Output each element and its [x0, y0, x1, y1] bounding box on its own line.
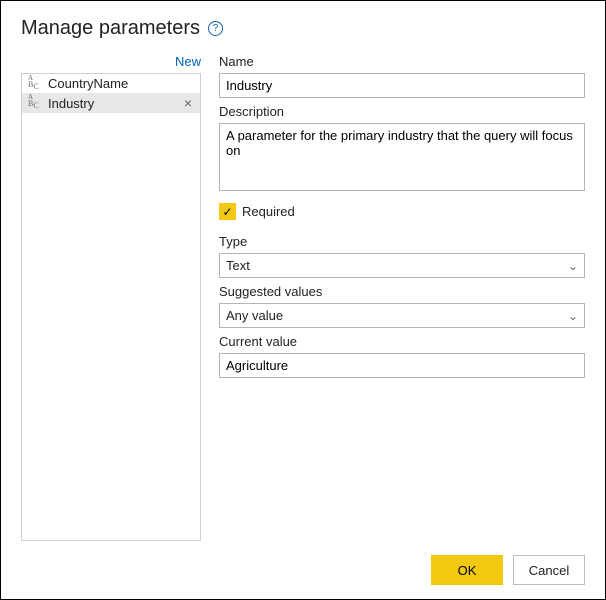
type-label: Type	[219, 234, 585, 249]
left-column: New BC CountryName BC Industry ×	[21, 54, 201, 541]
required-checkbox[interactable]: ✓	[219, 203, 236, 220]
type-select[interactable]: Text ⌄	[219, 253, 585, 278]
required-label: Required	[242, 204, 295, 219]
dialog-title: Manage parameters	[21, 17, 200, 40]
name-input[interactable]	[219, 73, 585, 98]
ok-button[interactable]: OK	[431, 555, 503, 585]
chevron-down-icon: ⌄	[568, 259, 578, 273]
help-icon[interactable]: ?	[208, 21, 223, 36]
chevron-down-icon: ⌄	[568, 309, 578, 323]
current-value-label: Current value	[219, 334, 585, 349]
suggested-values-label: Suggested values	[219, 284, 585, 299]
required-row: ✓ Required	[219, 203, 585, 220]
description-label: Description	[219, 104, 585, 119]
dialog-footer: OK Cancel	[21, 555, 585, 585]
manage-parameters-dialog: Manage parameters ? New BC CountryName B…	[0, 0, 606, 600]
content-area: New BC CountryName BC Industry × Name De…	[21, 54, 585, 541]
cancel-button[interactable]: Cancel	[513, 555, 585, 585]
parameter-item-countryname[interactable]: BC CountryName	[22, 74, 200, 93]
parameter-label: Industry	[48, 96, 180, 111]
text-type-icon: BC	[28, 97, 46, 109]
parameter-list[interactable]: BC CountryName BC Industry ×	[21, 73, 201, 541]
description-input[interactable]: A parameter for the primary industry tha…	[219, 123, 585, 191]
name-label: Name	[219, 54, 585, 69]
suggested-values-select[interactable]: Any value ⌄	[219, 303, 585, 328]
right-column: Name Description A parameter for the pri…	[219, 54, 585, 541]
type-value: Text	[226, 258, 250, 273]
title-row: Manage parameters ?	[21, 17, 585, 40]
parameter-item-industry[interactable]: BC Industry ×	[22, 93, 200, 113]
suggested-value: Any value	[226, 308, 283, 323]
remove-parameter-icon[interactable]: ×	[182, 95, 194, 111]
text-type-icon: BC	[28, 78, 46, 90]
new-parameter-button[interactable]: New	[175, 54, 201, 69]
parameter-label: CountryName	[48, 76, 194, 91]
current-value-input[interactable]	[219, 353, 585, 378]
